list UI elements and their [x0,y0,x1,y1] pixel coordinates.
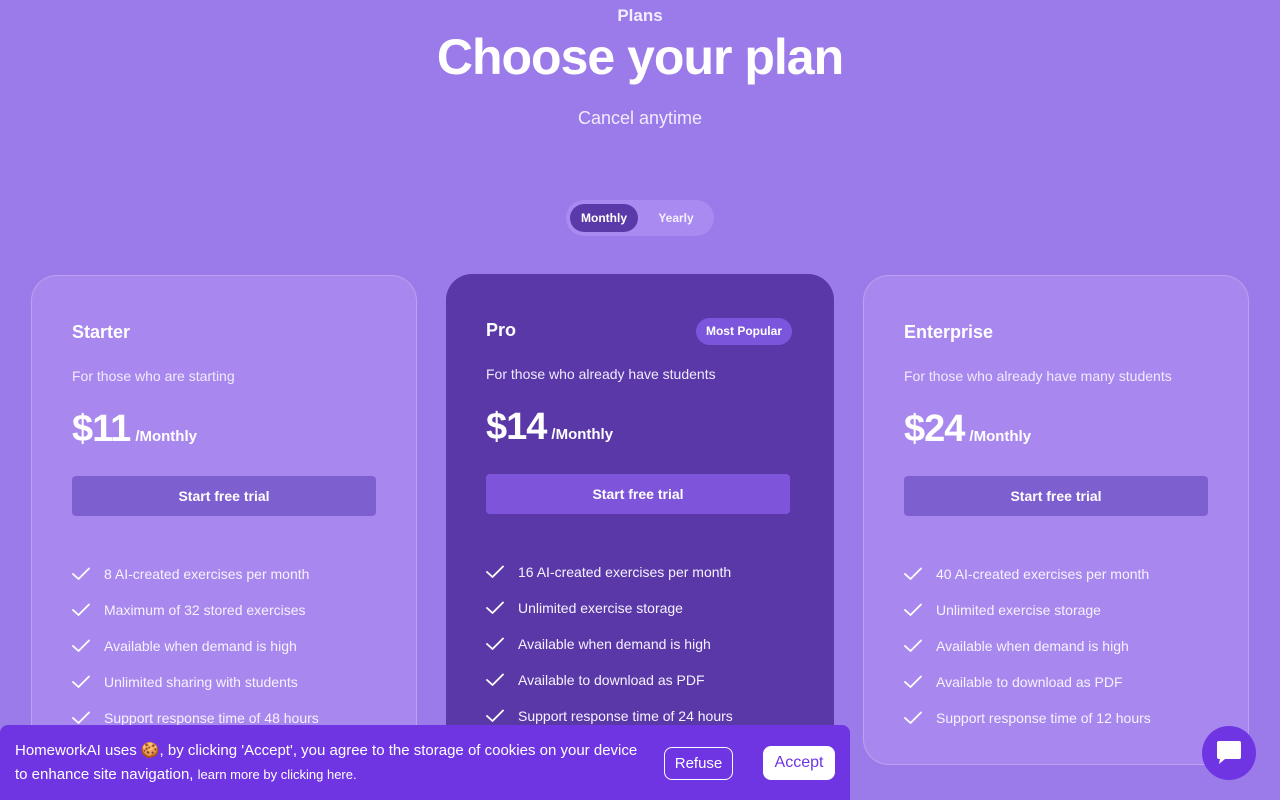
start-free-trial-button[interactable]: Start free trial [486,474,790,514]
plan-period: /Monthly [969,428,1032,445]
check-icon [904,673,936,691]
check-icon [904,565,936,583]
check-icon [486,707,518,725]
plan-name: Starter [72,322,131,342]
plan-price: $14 [486,406,547,448]
feature-label: Available to download as PDF [936,674,1123,690]
billing-option-yearly[interactable]: Yearly [642,204,710,232]
check-icon [904,709,936,727]
feature-item: Available when demand is high [72,628,319,664]
chat-bubble-icon [1214,740,1244,766]
check-icon [904,637,936,655]
plan-description: For those who already have students [486,366,716,382]
feature-list: 8 AI-created exercises per month Maximum… [72,556,319,736]
feature-label: Unlimited sharing with students [104,674,298,690]
feature-item: Available when demand is high [904,628,1151,664]
feature-item: Available to download as PDF [904,664,1151,700]
feature-list: 40 AI-created exercises per month Unlimi… [904,556,1151,736]
price-row: $14 /Monthly [486,406,613,449]
feature-label: Support response time of 24 hours [518,708,733,724]
feature-label: Unlimited exercise storage [936,602,1101,618]
feature-label: Support response time of 12 hours [936,710,1151,726]
plan-name: Enterprise [904,322,994,342]
feature-label: Available to download as PDF [518,672,705,688]
most-popular-badge: Most Popular [695,318,792,345]
cookie-message: HomeworkAI uses 🍪, by clicking 'Accept',… [15,739,645,787]
plan-name: Pro [486,320,517,340]
feature-label: Available when demand is high [936,638,1129,654]
plan-period: /Monthly [135,428,197,445]
start-free-trial-button[interactable]: Start free trial [72,476,376,516]
billing-option-monthly[interactable]: Monthly [570,204,638,232]
check-icon [72,673,104,691]
plan-card-starter: Starter For those who are starting $11 /… [31,275,417,765]
feature-item: 16 AI-created exercises per month [486,554,733,590]
feature-label: 40 AI-created exercises per month [936,566,1150,582]
feature-label: Available when demand is high [518,636,711,652]
feature-label: 16 AI-created exercises per month [518,564,732,580]
plan-card-pro: Pro Most Popular For those who already h… [446,274,834,766]
check-icon [72,565,104,583]
plan-description: For those who are starting [72,368,235,384]
feature-item: Support response time of 12 hours [904,700,1151,736]
check-icon [72,601,104,619]
feature-label: Available when demand is high [104,638,297,654]
cookie-banner: HomeworkAI uses 🍪, by clicking 'Accept',… [0,725,850,800]
page-title: Choose your plan [436,29,844,85]
cookie-learn-more-link[interactable]: learn more by clicking here. [198,767,357,782]
feature-item: Unlimited exercise storage [486,590,733,626]
billing-toggle: Monthly Yearly [566,200,714,236]
check-icon [486,563,518,581]
feature-label: Unlimited exercise storage [518,600,683,616]
chat-launcher-button[interactable] [1202,726,1256,780]
check-icon [486,635,518,653]
check-icon [486,671,518,689]
feature-item: Available to download as PDF [486,662,733,698]
plan-card-enterprise: Enterprise For those who already have ma… [863,275,1249,765]
check-icon [72,637,104,655]
refuse-cookies-button[interactable]: Refuse [664,747,733,780]
check-icon [486,599,518,617]
feature-label: Support response time of 48 hours [104,710,319,726]
price-row: $24 /Monthly [904,408,1031,451]
feature-item: Maximum of 32 stored exercises [72,592,319,628]
plan-price: $24 [904,408,965,450]
plan-price: $11 [72,408,131,450]
feature-item: 40 AI-created exercises per month [904,556,1151,592]
check-icon [904,601,936,619]
section-eyebrow: Plans [617,6,663,25]
start-free-trial-button[interactable]: Start free trial [904,476,1208,516]
accept-cookies-button[interactable]: Accept [763,746,835,780]
feature-item: Unlimited sharing with students [72,664,319,700]
feature-item: Unlimited exercise storage [904,592,1151,628]
feature-item: Available when demand is high [486,626,733,662]
feature-label: 8 AI-created exercises per month [104,566,310,582]
feature-label: Maximum of 32 stored exercises [104,602,306,618]
feature-list: 16 AI-created exercises per month Unlimi… [486,554,733,734]
feature-item: 8 AI-created exercises per month [72,556,319,592]
price-row: $11 /Monthly [72,408,197,451]
plan-description: For those who already have many students [904,368,1172,384]
plan-period: /Monthly [551,426,614,443]
page-subtitle: Cancel anytime [577,108,703,128]
